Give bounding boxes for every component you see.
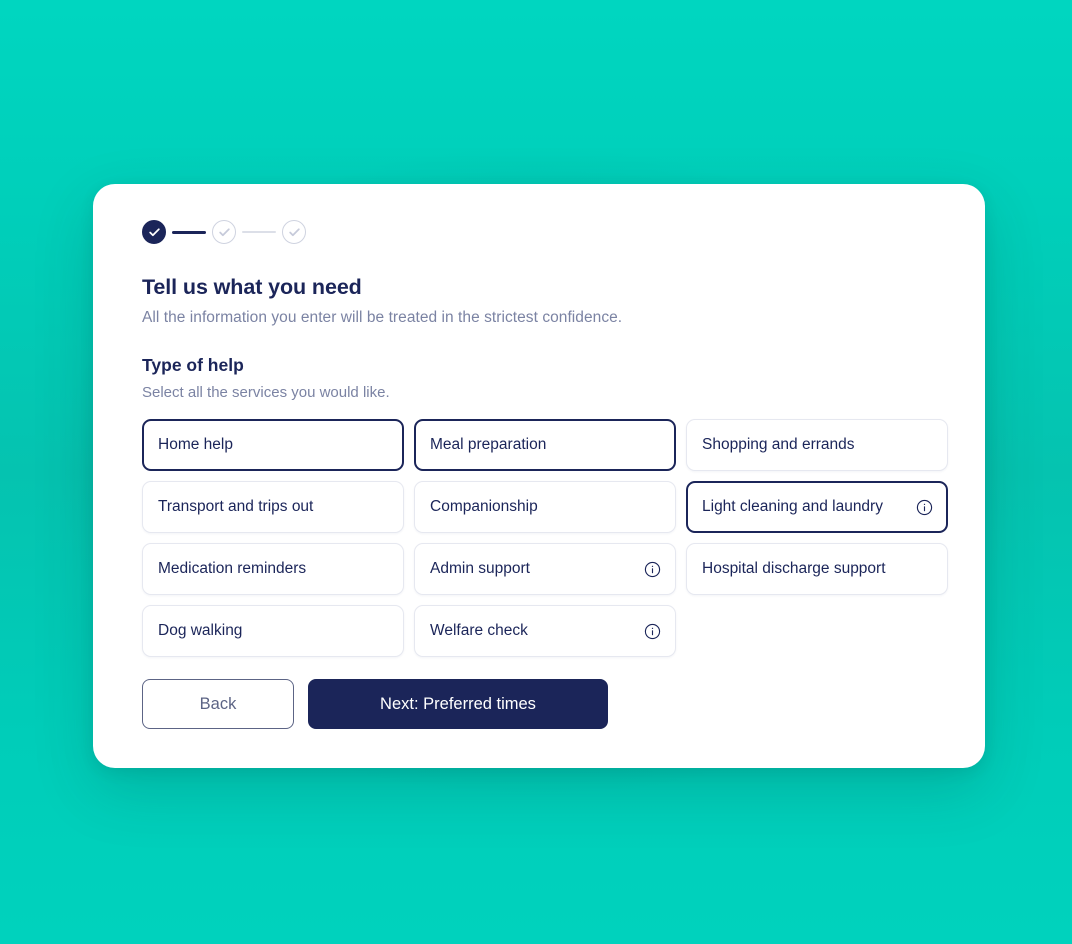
option-label: Welfare check bbox=[430, 622, 528, 639]
stepper-step-2[interactable] bbox=[212, 220, 236, 244]
check-icon bbox=[218, 226, 231, 239]
page-title: Tell us what you need bbox=[142, 275, 362, 299]
option-label: Hospital discharge support bbox=[702, 560, 886, 577]
connector-1-2 bbox=[172, 230, 206, 234]
option-card[interactable]: Welfare check bbox=[414, 605, 676, 657]
back-button[interactable]: Back bbox=[142, 679, 294, 729]
page-subtitle: All the information you enter will be tr… bbox=[142, 309, 623, 326]
option-card[interactable]: Admin support bbox=[414, 543, 676, 595]
option-card[interactable]: Home help bbox=[142, 419, 404, 471]
form-actions: Back Next: Preferred times bbox=[142, 679, 945, 729]
connector-2-3 bbox=[242, 231, 276, 233]
info-icon[interactable] bbox=[644, 561, 661, 578]
section-subtitle: Select all the services you would like. bbox=[142, 384, 390, 401]
info-icon[interactable] bbox=[644, 623, 661, 640]
option-card[interactable]: Meal preparation bbox=[414, 419, 676, 471]
wizard-card: Tell us what you need All the informatio… bbox=[93, 184, 985, 768]
option-card[interactable]: Hospital discharge support bbox=[686, 543, 948, 595]
card-content: Tell us what you need All the informatio… bbox=[142, 214, 948, 729]
option-label: Meal preparation bbox=[430, 436, 547, 453]
progress-stepper bbox=[142, 217, 945, 247]
section-title: Type of help bbox=[142, 355, 244, 375]
option-label: Admin support bbox=[430, 560, 530, 577]
next-button[interactable]: Next: Preferred times bbox=[308, 679, 608, 729]
option-card[interactable]: Dog walking bbox=[142, 605, 404, 657]
option-label: Home help bbox=[158, 436, 233, 453]
option-card[interactable]: Light cleaning and laundry bbox=[686, 481, 948, 533]
check-icon bbox=[288, 226, 301, 239]
check-icon bbox=[148, 226, 161, 239]
option-card[interactable]: Companionship bbox=[414, 481, 676, 533]
stepper-step-3[interactable] bbox=[282, 220, 306, 244]
option-label: Shopping and errands bbox=[702, 436, 855, 453]
option-label: Transport and trips out bbox=[158, 498, 314, 515]
info-icon[interactable] bbox=[916, 499, 933, 516]
option-label: Medication reminders bbox=[158, 560, 307, 577]
option-label: Companionship bbox=[430, 498, 538, 515]
option-label: Light cleaning and laundry bbox=[702, 498, 883, 515]
option-card[interactable]: Shopping and errands bbox=[686, 419, 948, 471]
option-label: Dog walking bbox=[158, 622, 243, 639]
option-card[interactable]: Medication reminders bbox=[142, 543, 404, 595]
option-card[interactable]: Transport and trips out bbox=[142, 481, 404, 533]
type-of-help-options: Home help Meal preparation Shopping and er… bbox=[142, 419, 948, 657]
stepper-step-1[interactable] bbox=[142, 220, 166, 244]
